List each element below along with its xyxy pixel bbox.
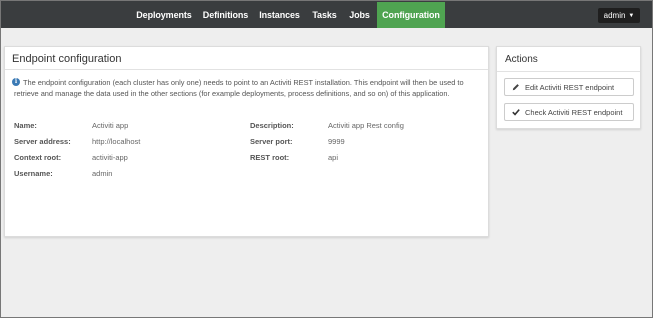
server-address-label: Server address: — [14, 137, 71, 146]
name-value: Activiti app — [92, 121, 129, 130]
tab-deployments[interactable]: Deployments — [129, 2, 199, 28]
context-root-value: activiti-app — [92, 153, 128, 162]
check-endpoint-label: Check Activiti REST endpoint — [525, 107, 623, 117]
user-menu-button[interactable]: admin ▼ — [598, 8, 640, 23]
username-label: Username: — [14, 169, 53, 178]
actions-panel: Actions Edit Activiti REST endpoint Chec… — [496, 46, 641, 129]
context-root-label: Context root: — [14, 153, 62, 162]
description-label: Description: — [250, 121, 294, 130]
actions-title: Actions — [505, 54, 538, 65]
top-navbar: Deployments Definitions Instances Tasks … — [1, 1, 652, 28]
endpoint-configuration-panel: Endpoint configuration i The endpoint co… — [4, 46, 489, 237]
edit-endpoint-label: Edit Activiti REST endpoint — [525, 82, 615, 92]
caret-down-icon: ▼ — [628, 12, 635, 19]
rest-root-value: api — [328, 153, 339, 162]
username-value: admin — [92, 169, 113, 178]
server-port-label: Server port: — [250, 137, 293, 146]
name-label: Name: — [14, 121, 37, 130]
check-endpoint-button[interactable]: Check Activiti REST endpoint — [504, 103, 634, 121]
tab-jobs[interactable]: Jobs — [342, 2, 377, 28]
rest-root-label: REST root: — [250, 153, 290, 162]
server-port-value: 9999 — [328, 137, 345, 146]
panel-divider — [5, 69, 488, 70]
pencil-icon — [512, 84, 519, 91]
user-menu-label: admin — [603, 11, 626, 20]
tab-tasks[interactable]: Tasks — [307, 2, 342, 28]
tab-definitions[interactable]: Definitions — [199, 2, 252, 28]
endpoint-info-text: The endpoint configuration (each cluster… — [14, 78, 464, 99]
description-value: Activiti app Rest config — [328, 121, 404, 130]
tab-configuration[interactable]: Configuration — [377, 2, 445, 28]
tab-instances[interactable]: Instances — [252, 2, 307, 28]
actions-divider — [497, 71, 640, 72]
checkmark-icon — [512, 109, 520, 116]
edit-endpoint-button[interactable]: Edit Activiti REST endpoint — [504, 78, 634, 96]
panel-title: Endpoint configuration — [12, 53, 122, 65]
server-address-value: http://localhost — [92, 137, 141, 146]
